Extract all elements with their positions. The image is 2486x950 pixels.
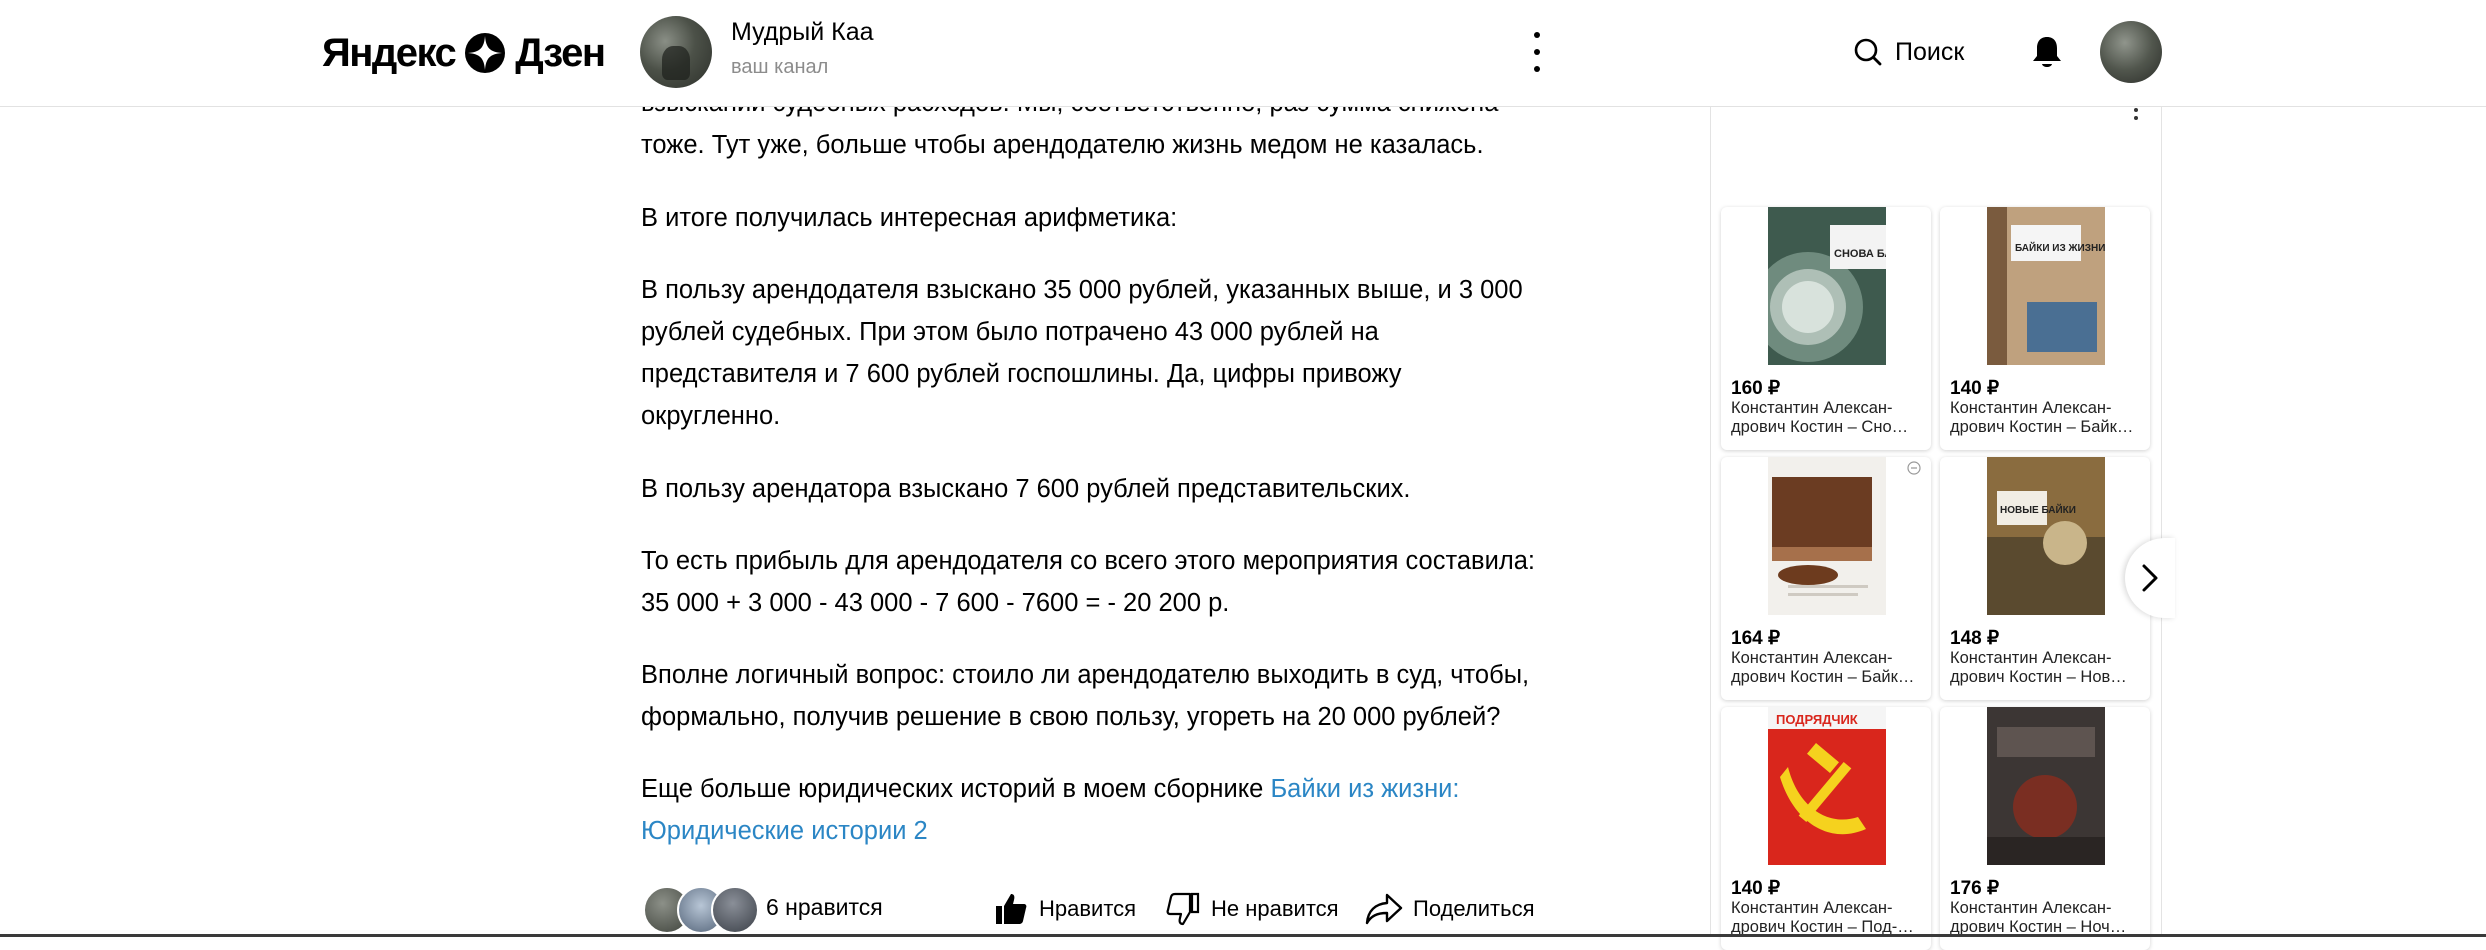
book-cover: ПОДРЯДЧИК bbox=[1768, 707, 1886, 865]
text-line: Юридические истории 2 bbox=[641, 810, 1541, 852]
search-icon bbox=[1854, 38, 1882, 66]
book-price: 160 ₽ bbox=[1731, 378, 1781, 399]
book-description: Константин Алексан- дрович Костин – Сно… bbox=[1731, 399, 1923, 437]
channel-subtitle: ваш канал bbox=[731, 56, 829, 78]
share-icon bbox=[1365, 893, 1403, 925]
bell-icon[interactable] bbox=[2030, 34, 2064, 70]
book-title: дрович Костин – Нов… bbox=[1950, 668, 2127, 686]
book-cover bbox=[1987, 707, 2105, 865]
book-cover: СНОВА БАЙКИ bbox=[1768, 207, 1886, 365]
book-price: 140 ₽ bbox=[1950, 378, 2000, 399]
cover-text: НОВЫЕ БАЙКИ bbox=[2000, 503, 2076, 516]
more-options-icon[interactable] bbox=[1525, 32, 1549, 72]
book-card[interactable]: БАЙКИ ИЗ ЖИЗНИ 140 ₽ Константин Алексан-… bbox=[1940, 207, 2150, 450]
zen-logo[interactable]: Яндекс Дзен bbox=[322, 30, 606, 76]
book-title: дрович Костин – Байк… bbox=[1950, 418, 2134, 436]
text-line: округленно. bbox=[641, 402, 781, 430]
book-card[interactable]: СНОВА БАЙКИ 160 ₽ Константин Алексан- др… bbox=[1721, 207, 1931, 450]
share-button[interactable]: Поделиться bbox=[1365, 886, 1534, 932]
book-price: 164 ₽ bbox=[1731, 628, 1781, 649]
book-price: 176 ₽ bbox=[1950, 878, 2000, 899]
book-price: 140 ₽ bbox=[1731, 878, 1781, 899]
book-author: Константин Алексан- bbox=[1731, 399, 1893, 417]
text-span: Еще больше юридических историй в моем сб… bbox=[641, 775, 1271, 803]
book-card[interactable]: НОВЫЕ БАЙКИ 148 ₽ Константин Алексан- др… bbox=[1940, 457, 2150, 700]
book-description: Константин Алексан- дрович Костин – Ноч… bbox=[1950, 899, 2142, 937]
text-line: 35 000 + 3 000 - 43 000 - 7 600 - 7600 =… bbox=[641, 589, 1230, 617]
book-title: дрович Костин – Сно… bbox=[1731, 418, 1909, 436]
dislike-button[interactable]: Не нравится bbox=[1165, 886, 1339, 932]
cover-text: СНОВА БАЙКИ bbox=[1834, 247, 1886, 260]
text-line: тоже. Тут уже, больше чтобы арендодателю… bbox=[641, 131, 1484, 159]
like-label: Нравится bbox=[1039, 896, 1137, 921]
article-paragraph: В пользу арендодателя взыскано 35 000 ру… bbox=[641, 269, 1541, 437]
text-line: В итоге получилась интересная арифметика… bbox=[641, 204, 1178, 232]
user-avatar[interactable] bbox=[2100, 21, 2162, 83]
logo-text-right: Дзен bbox=[515, 30, 606, 75]
search-button[interactable]: Поиск bbox=[1853, 32, 1964, 72]
book-link[interactable]: Байки из жизни: bbox=[1270, 775, 1459, 803]
zen-star-icon bbox=[465, 33, 506, 73]
top-header: Яндекс Дзен Мудрый Каа ваш канал Поиск bbox=[0, 0, 2486, 107]
likers-avatars[interactable] bbox=[641, 886, 761, 934]
text-line: формально, получив решение в свою пользу… bbox=[641, 703, 1501, 731]
search-label: Поиск bbox=[1895, 37, 1965, 66]
cover-text: ПОДРЯДЧИК bbox=[1776, 712, 1858, 727]
logo-text-left: Яндекс bbox=[322, 30, 457, 75]
book-link-continued[interactable]: Юридические истории 2 bbox=[641, 817, 928, 845]
share-label: Поделиться bbox=[1413, 896, 1535, 921]
text-line: То есть прибыль для арендодателя со всег… bbox=[641, 547, 1535, 575]
book-card[interactable]: 164 ₽ Константин Алексан- дрович Костин … bbox=[1721, 457, 1931, 700]
article-paragraph: В пользу арендатора взыскано 7 600 рубле… bbox=[641, 468, 1541, 510]
text-line: Еще больше юридических историй в моем сб… bbox=[641, 768, 1541, 810]
book-cover bbox=[1768, 457, 1886, 615]
chevron-right-icon bbox=[2142, 564, 2158, 592]
book-description: Константин Алексан- дрович Костин – Байк… bbox=[1731, 649, 1923, 687]
book-description: Константин Алексан- дрович Костин – Под-… bbox=[1731, 899, 1923, 937]
text-line: представителя и 7 600 рублей госпошлины.… bbox=[641, 360, 1402, 388]
likes-count[interactable]: 6 нравится bbox=[766, 894, 883, 921]
book-cover: БАЙКИ ИЗ ЖИЗНИ bbox=[1987, 207, 2105, 365]
article-paragraph-with-link: Еще больше юридических историй в моем сб… bbox=[641, 768, 1541, 852]
book-author: Константин Алексан- bbox=[1950, 899, 2112, 917]
text-line: рублей судебных. При этом было потрачено… bbox=[641, 318, 1379, 346]
article-paragraph: То есть прибыль для арендодателя со всег… bbox=[641, 540, 1541, 624]
book-author: Константин Алексан- bbox=[1950, 399, 2112, 417]
dislike-label: Не нравится bbox=[1211, 896, 1339, 921]
book-author: Константин Алексан- bbox=[1731, 649, 1893, 667]
thumbs-up-icon bbox=[996, 894, 1027, 924]
avatar bbox=[711, 886, 759, 934]
text-line: В пользу арендатора взыскано 7 600 рубле… bbox=[641, 475, 1411, 503]
cover-text: БАЙКИ ИЗ ЖИЗНИ bbox=[2015, 241, 2105, 254]
thumbs-down-icon bbox=[1166, 892, 1200, 926]
ad-info-icon[interactable] bbox=[1907, 461, 1921, 475]
channel-name[interactable]: Мудрый Каа bbox=[731, 18, 874, 47]
book-description: Константин Алексан- дрович Костин – Нов… bbox=[1950, 649, 2142, 687]
channel-avatar[interactable] bbox=[640, 16, 712, 88]
text-line: В пользу арендодателя взыскано 35 000 ру… bbox=[641, 276, 1523, 304]
like-button[interactable]: Нравится bbox=[993, 886, 1136, 932]
article-paragraph: В итоге получилась интересная арифметика… bbox=[641, 197, 1541, 239]
book-price: 148 ₽ bbox=[1950, 628, 2000, 649]
book-card[interactable]: ПОДРЯДЧИК 140 ₽ Константин Алексан- дров… bbox=[1721, 707, 1931, 950]
book-description: Константин Алексан- дрович Костин – Байк… bbox=[1950, 399, 2142, 437]
book-author: Константин Алексан- bbox=[1731, 899, 1893, 917]
text-line: Вполне логичный вопрос: стоило ли арендо… bbox=[641, 661, 1530, 689]
book-title: дрович Костин – Байк… bbox=[1731, 668, 1915, 686]
article-paragraph: Вполне логичный вопрос: стоило ли арендо… bbox=[641, 654, 1541, 738]
book-author: Константин Алексан- bbox=[1950, 649, 2112, 667]
book-cover: НОВЫЕ БАЙКИ bbox=[1987, 457, 2105, 615]
book-card[interactable]: 176 ₽ Константин Алексан- дрович Костин … bbox=[1940, 707, 2150, 950]
